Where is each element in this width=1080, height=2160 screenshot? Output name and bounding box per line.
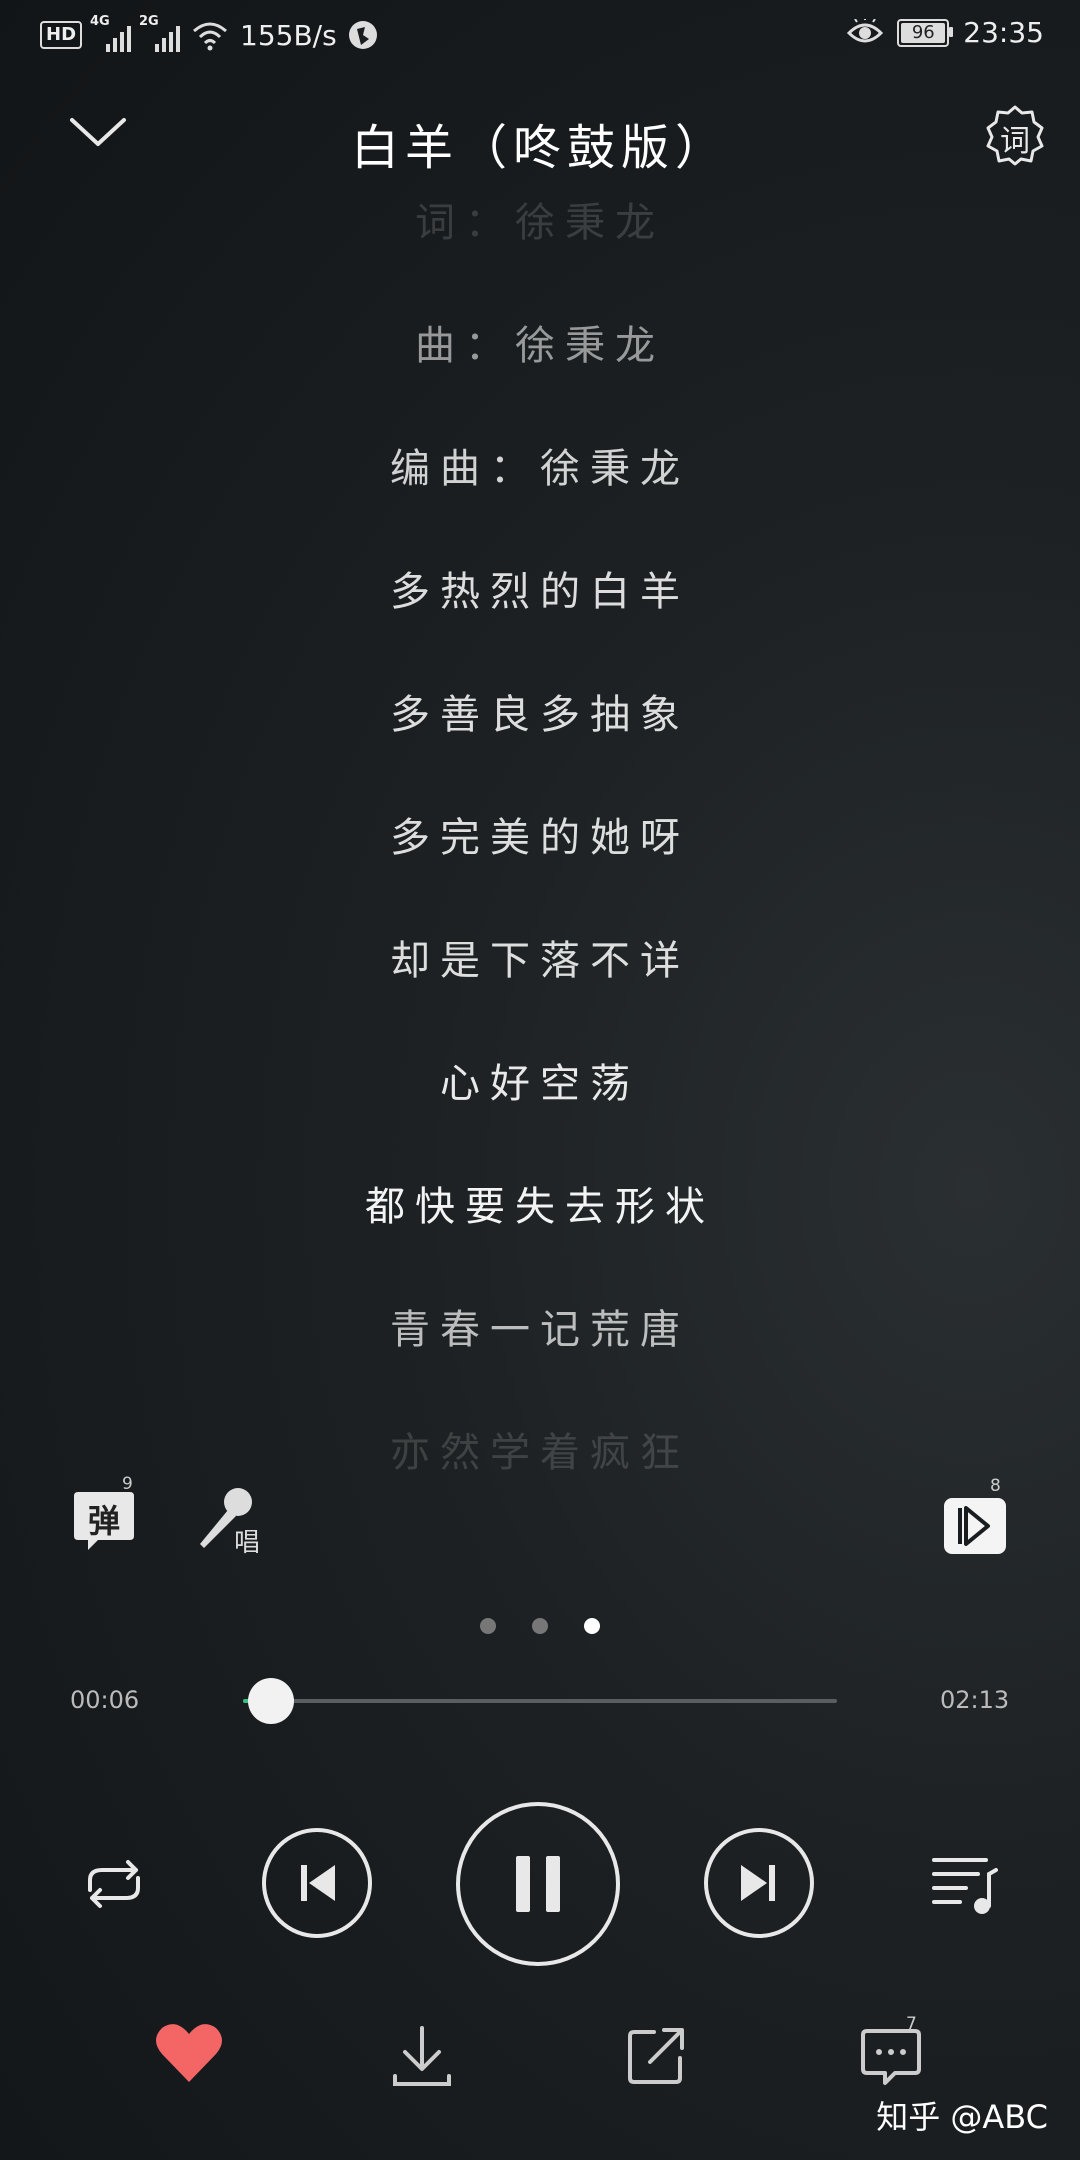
download-button[interactable] (390, 2022, 454, 2092)
lyric-line: 却是下落不详 (390, 938, 690, 984)
sing-label: 唱 (234, 1528, 261, 1558)
like-button[interactable] (150, 2018, 228, 2088)
progress-thumb[interactable] (247, 1678, 294, 1724)
status-bar: HD 4G 2G 155B/s 96 23:35 (0, 0, 1080, 72)
lyric-line: 词：徐秉龙 (415, 200, 665, 246)
globe-icon (348, 21, 377, 49)
share-icon (628, 2028, 684, 2084)
playlist-icon (932, 1858, 998, 1914)
playlist-button[interactable] (930, 1852, 1000, 1918)
status-right: 96 23:35 (847, 16, 1044, 49)
cellular-signal-icon: 4G (90, 14, 132, 52)
danmu-label: 弹 (87, 1502, 120, 1540)
lyric-line: 心好空荡 (440, 1061, 640, 1107)
wifi-icon (193, 22, 228, 51)
skip-next-icon (741, 1865, 775, 1901)
current-time: 00:06 (70, 1686, 140, 1714)
progress-track[interactable] (243, 1699, 837, 1703)
lyric-line: 青春一记荒唐 (390, 1307, 690, 1353)
download-icon (393, 2026, 451, 2086)
status-left: HD 4G 2G 155B/s (40, 14, 379, 52)
video-count: 8 (990, 1476, 1001, 1496)
lyric-line: 编曲：徐秉龙 (390, 446, 690, 492)
page-dot (584, 1618, 600, 1634)
song-title: 白羊（咚鼓版） (350, 120, 729, 176)
battery-icon: 96 (897, 18, 954, 47)
lyric-line: 亦然学着疯狂 (390, 1430, 690, 1470)
lyric-line: 多热烈的白羊 (390, 569, 690, 615)
comments-button[interactable]: 7 (858, 2014, 924, 2090)
comment-bubble-icon (861, 2029, 921, 2085)
lyric-line: 多善良多抽象 (390, 692, 690, 738)
battery-level: 96 (911, 22, 935, 43)
lyric-line: 多完美的她呀 (390, 815, 690, 861)
clock: 23:35 (963, 16, 1044, 49)
previous-button[interactable] (262, 1828, 372, 1938)
network-type-1: 4G (90, 14, 110, 29)
page-dot (532, 1618, 548, 1634)
eye-comfort-icon (847, 18, 884, 42)
lyrics-settings-button[interactable]: 词 (984, 104, 1046, 166)
share-button[interactable] (624, 2024, 688, 2088)
cellular-signal-icon-2: 2G (139, 14, 181, 52)
page-indicator (480, 1618, 600, 1634)
lyrics-panel[interactable]: 词：徐秉龙曲：徐秉龙编曲：徐秉龙 多热烈的白羊 多善良多抽象 多完美的她呀 却是下落不详… (0, 200, 1080, 1470)
network-type-2: 2G (139, 14, 159, 29)
repeat-icon (88, 1860, 140, 1908)
video-button[interactable]: 8 (942, 1476, 1008, 1556)
heart-icon (156, 2024, 222, 2082)
danmu-button[interactable]: 弹 9 (72, 1474, 136, 1554)
lyrics-button-label: 词 (1000, 124, 1030, 159)
hd-icon: HD (40, 21, 83, 49)
total-time: 02:13 (940, 1686, 1010, 1714)
pause-icon (516, 1856, 560, 1912)
pause-button[interactable] (456, 1802, 620, 1966)
karaoke-button[interactable]: 唱 (192, 1486, 264, 1558)
lyric-line: 曲：徐秉龙 (415, 323, 665, 369)
video-play-icon (944, 1498, 1006, 1554)
skip-previous-icon (301, 1865, 335, 1901)
danmu-count: 9 (122, 1474, 133, 1494)
network-speed: 155B/s (240, 18, 337, 52)
comment-count: 7 (906, 2014, 917, 2034)
repeat-button[interactable] (74, 1852, 154, 1916)
page-dot (480, 1618, 496, 1634)
next-button[interactable] (704, 1828, 814, 1938)
watermark: 知乎 @ABC (876, 2098, 1048, 2136)
lyric-line: 都快要失去形状 (365, 1184, 715, 1230)
